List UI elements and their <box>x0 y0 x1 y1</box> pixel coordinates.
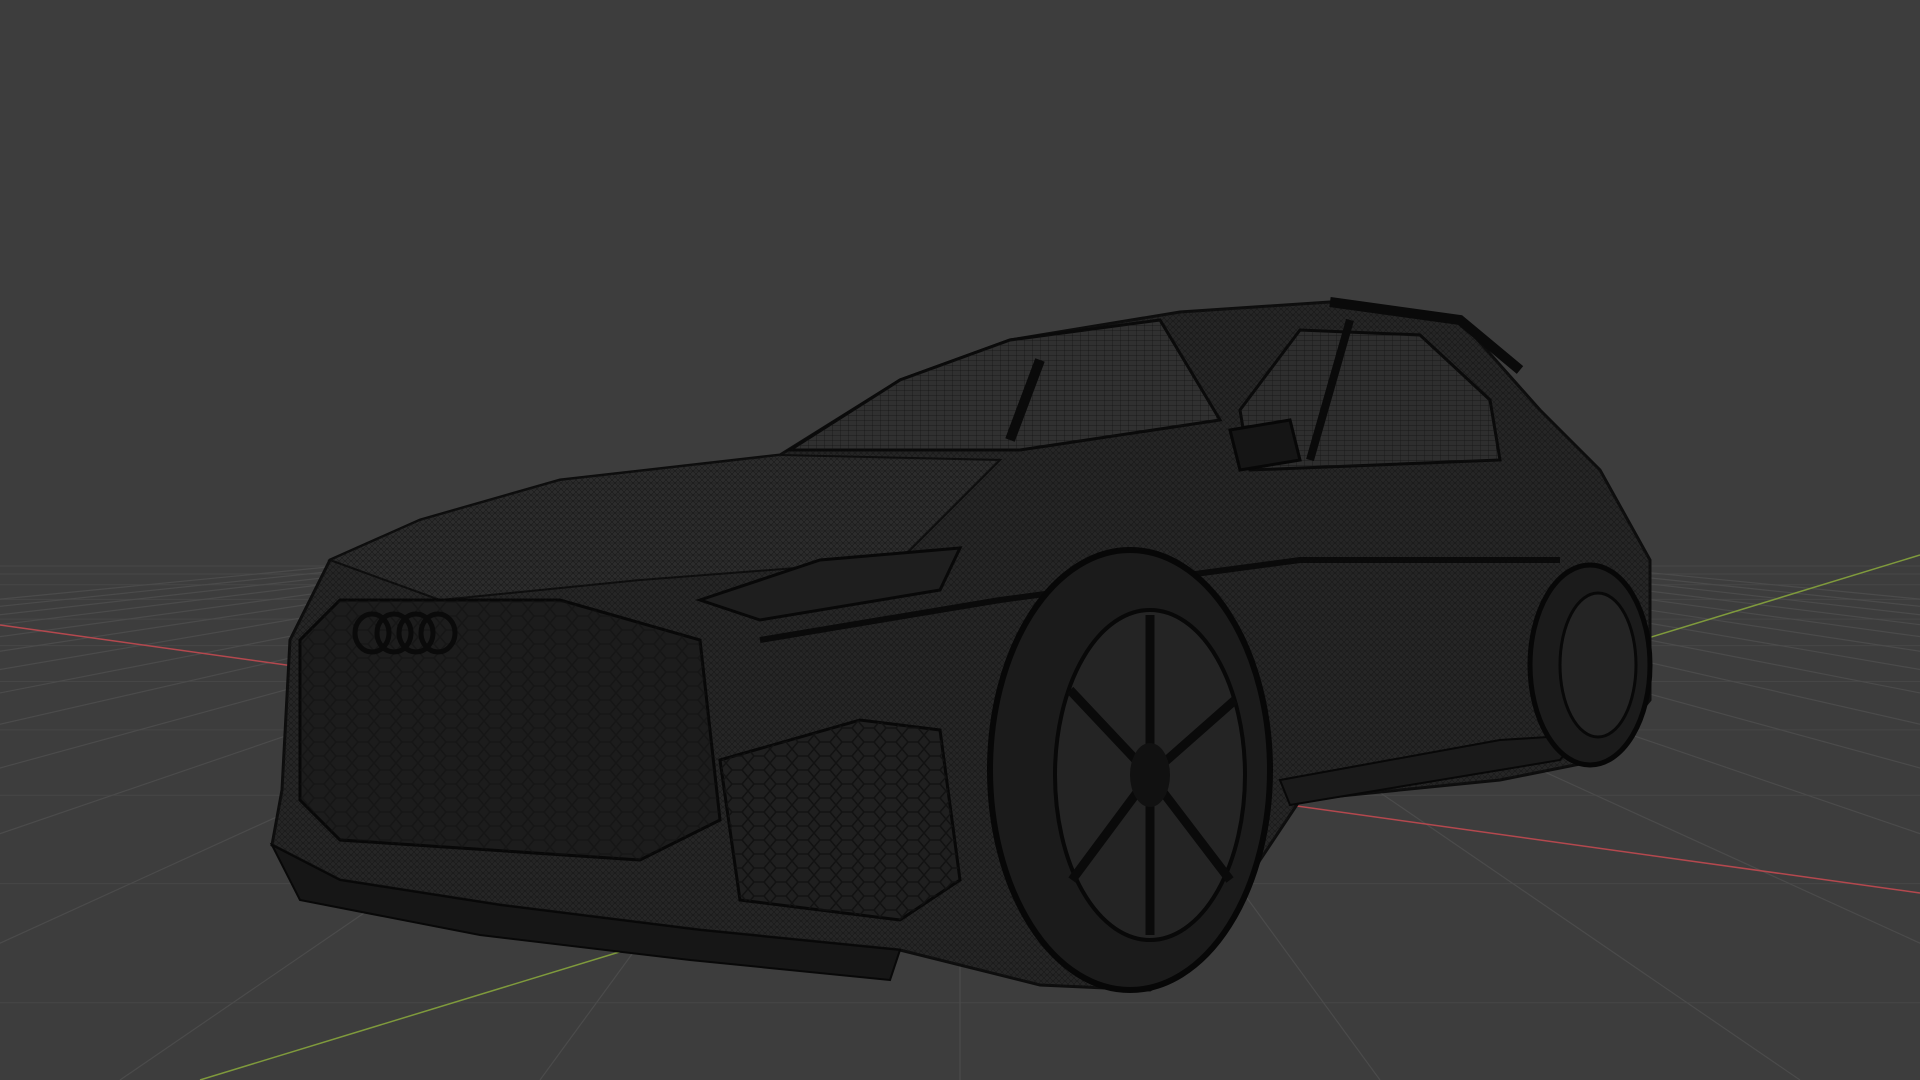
3d-viewport[interactable] <box>0 0 1920 1080</box>
intake-mesh <box>720 720 960 920</box>
rear-wheel[interactable] <box>1527 562 1653 768</box>
car-wireframe-model[interactable] <box>269 297 1653 993</box>
viewport-canvas[interactable] <box>0 0 1920 1080</box>
front-wheel[interactable] <box>987 547 1273 993</box>
grille-mesh <box>300 600 720 860</box>
side-mirror <box>1228 418 1302 472</box>
